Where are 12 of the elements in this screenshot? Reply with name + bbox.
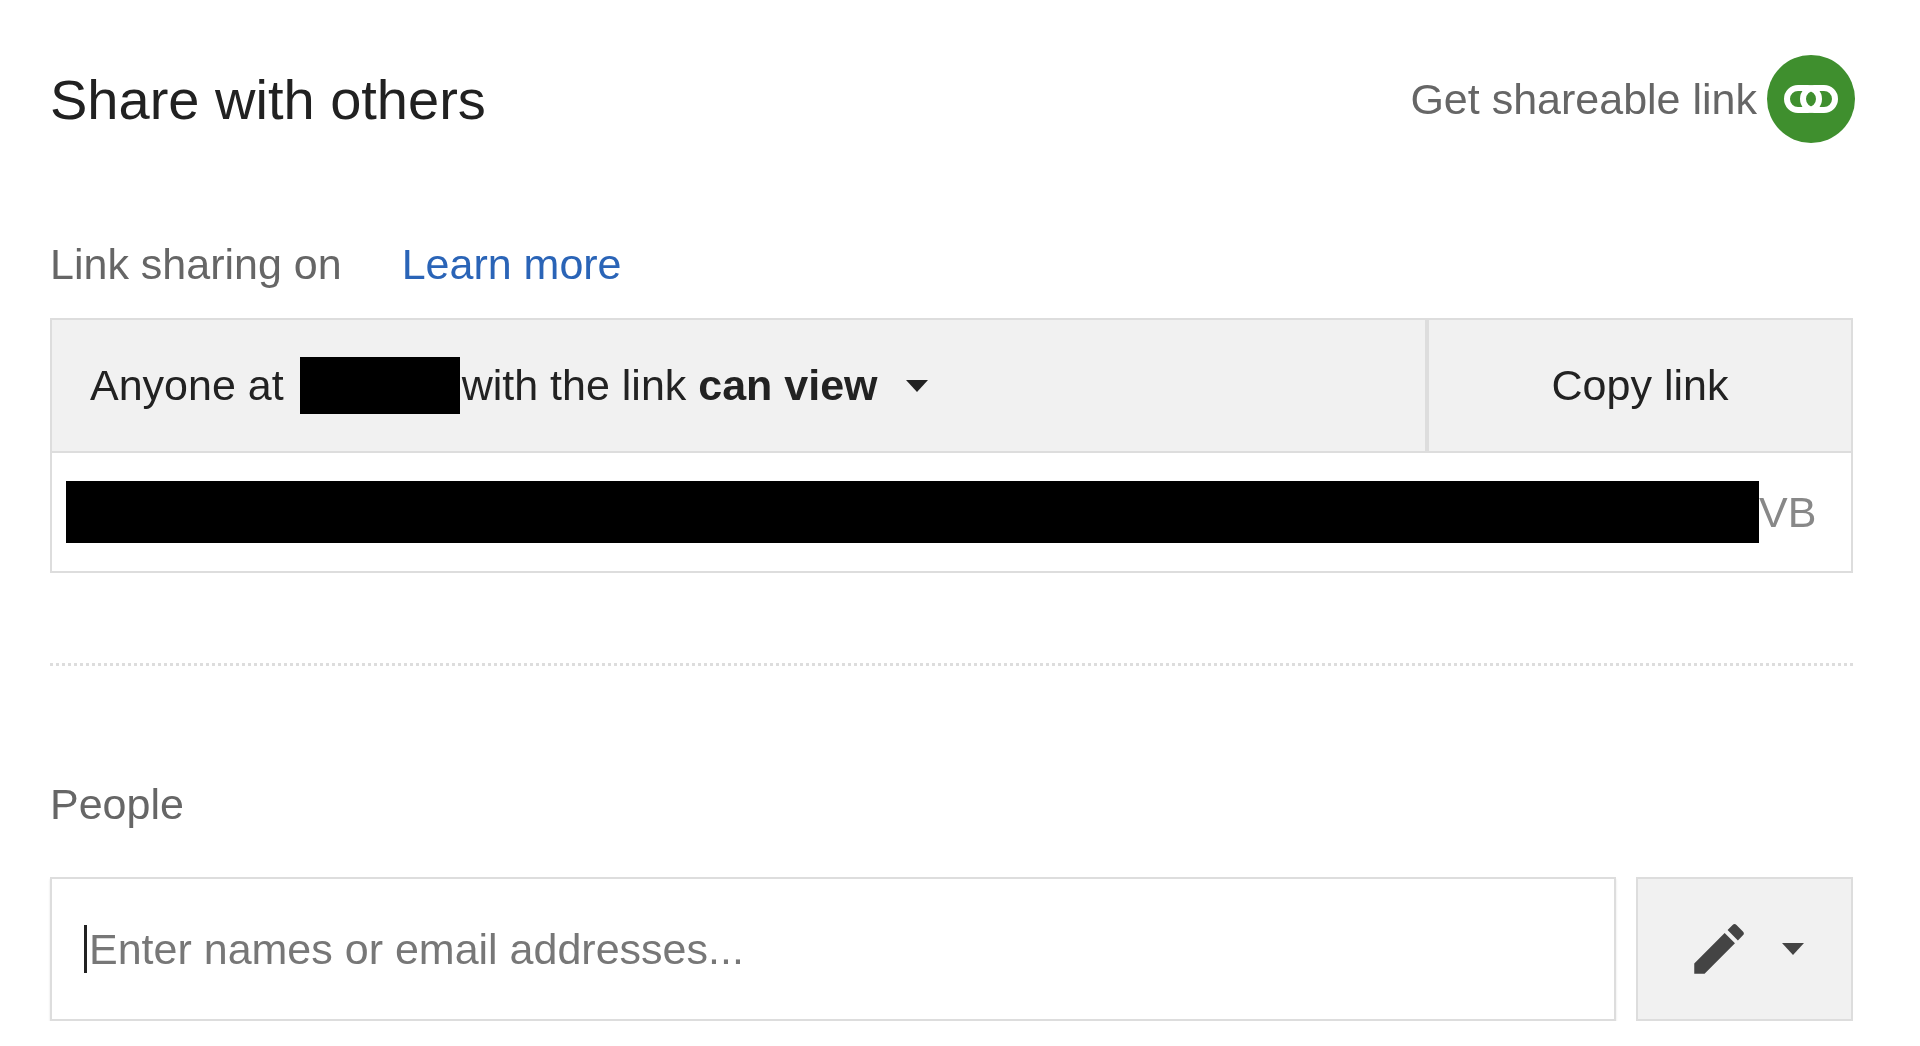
caret-icon	[905, 379, 928, 392]
text-cursor	[84, 925, 87, 973]
permission-button[interactable]	[1636, 877, 1853, 1021]
learn-more-link[interactable]: Learn more	[401, 238, 622, 291]
dialog-title: Share with others	[50, 66, 486, 132]
people-label: People	[50, 779, 185, 830]
link-url-field[interactable]: VB	[52, 453, 1851, 571]
link-icon	[1767, 55, 1855, 143]
get-link-button[interactable]: Get shareable link	[1410, 55, 1855, 143]
people-input-field[interactable]: Enter names or email addresses...	[50, 877, 1616, 1021]
caret-icon	[1781, 943, 1804, 955]
link-sharing-status: Link sharing on	[50, 239, 342, 290]
